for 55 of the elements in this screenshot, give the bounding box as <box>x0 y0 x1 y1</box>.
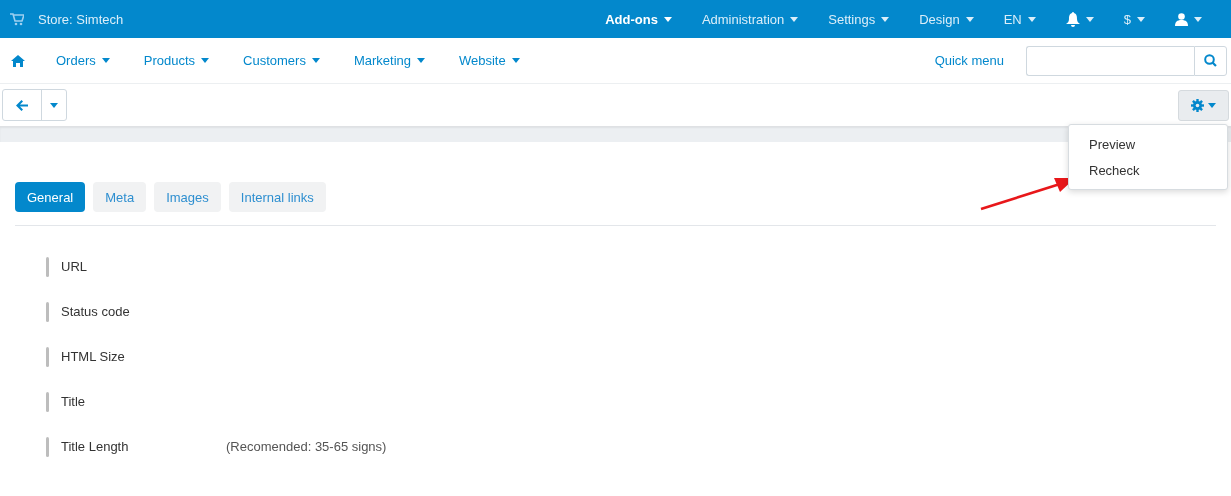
nav-menu-item[interactable]: Orders <box>39 53 127 68</box>
caret-icon <box>201 58 210 63</box>
dropdown-menu-item[interactable]: Preview <box>1069 131 1227 157</box>
tab[interactable]: General <box>15 182 86 212</box>
nav-menu-item[interactable]: Website <box>442 53 537 68</box>
field-label: Title Length <box>61 439 130 454</box>
caret-icon <box>1137 16 1145 22</box>
top-menu-item[interactable]: EN <box>988 0 1051 38</box>
search-button[interactable] <box>1194 45 1227 76</box>
top-menu-item[interactable]: Administration <box>686 0 814 38</box>
tab[interactable]: Meta <box>93 182 147 212</box>
caret-icon <box>1194 16 1202 22</box>
caret-icon <box>511 58 520 63</box>
top-menu-item[interactable]: Design <box>904 0 989 38</box>
caret-icon <box>881 16 890 22</box>
caret-icon <box>417 58 425 63</box>
search-icon <box>1204 54 1217 67</box>
top-menu-item[interactable]: Settings <box>813 0 905 38</box>
caret-icon <box>1208 102 1216 108</box>
quick-menu-link[interactable]: Quick menu <box>934 53 1004 68</box>
nav-menu-item[interactable]: Marketing <box>336 53 442 68</box>
field-label: URL <box>61 259 88 274</box>
home-icon[interactable] <box>11 54 25 67</box>
top-menu-item[interactable]: Add-ons <box>590 0 687 38</box>
bell-icon <box>1065 11 1080 27</box>
field-marker <box>46 436 49 457</box>
gear-icon <box>1191 98 1204 112</box>
arrow-left-icon <box>16 99 28 111</box>
field-label: Status code <box>61 304 131 319</box>
currency-menu[interactable]: $ <box>1108 0 1160 38</box>
user-icon <box>1175 12 1188 26</box>
caret-icon <box>1085 16 1094 22</box>
field-marker <box>46 256 49 277</box>
field-label: Title <box>61 394 87 409</box>
tab[interactable]: Images <box>154 182 221 212</box>
search-field[interactable] <box>1026 45 1194 76</box>
caret-icon <box>965 16 974 22</box>
field-marker <box>46 391 49 412</box>
field-marker <box>46 346 49 367</box>
caret-icon <box>311 58 320 63</box>
field-hint: (Recomended: 35-65 signs) <box>226 439 387 454</box>
nav-menu-item[interactable]: Products <box>126 53 227 68</box>
store-label[interactable]: Store: Simtech <box>38 11 124 27</box>
caret-icon <box>663 16 672 22</box>
caret-icon <box>50 102 58 108</box>
settings-button[interactable] <box>1178 89 1229 121</box>
caret-icon <box>1027 16 1036 22</box>
nav-menu-item[interactable]: Customers <box>226 53 337 68</box>
field-label: HTML Size <box>61 349 126 364</box>
tab[interactable]: Internal links <box>228 182 326 212</box>
caret-icon <box>101 58 110 63</box>
cart-icon <box>10 12 24 26</box>
caret-icon <box>790 16 799 22</box>
dropdown-menu-item[interactable]: Recheck <box>1069 157 1227 183</box>
field-marker <box>46 301 49 322</box>
